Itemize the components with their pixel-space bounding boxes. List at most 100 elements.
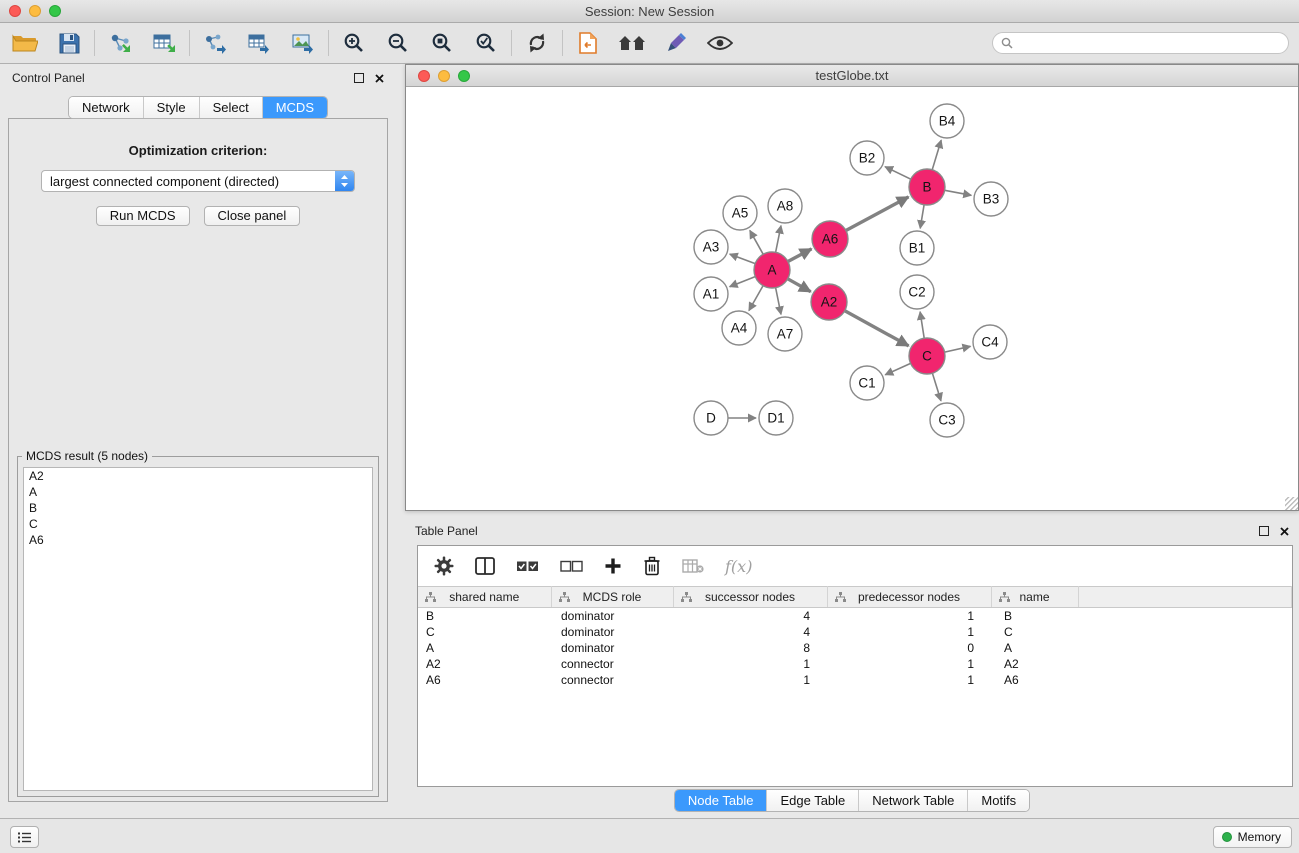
graph-node-C4[interactable]: C4 [973, 325, 1007, 359]
close-panel-icon[interactable] [1280, 527, 1289, 536]
graph-node-A4[interactable]: A4 [722, 311, 756, 345]
zoom-fit-icon[interactable] [427, 28, 457, 58]
help-icon[interactable] [661, 28, 691, 58]
add-column-icon[interactable] [604, 557, 622, 575]
task-history-button[interactable] [10, 826, 39, 848]
select-all-columns-icon[interactable] [516, 560, 539, 573]
graph-edge-A-A7[interactable] [776, 288, 781, 315]
table-row[interactable]: A2connector11A2 [418, 656, 1292, 672]
graph-node-D[interactable]: D [694, 401, 728, 435]
graph-node-B[interactable]: B [909, 169, 945, 205]
save-icon[interactable] [54, 28, 84, 58]
graph-edge-A6-B[interactable] [846, 197, 909, 231]
tab-edge-table[interactable]: Edge Table [767, 790, 859, 811]
graph-edge-C-C2[interactable] [920, 312, 924, 338]
graph-node-B1[interactable]: B1 [900, 231, 934, 265]
table-cell[interactable]: A [991, 640, 1078, 656]
graph-edge-B-B3[interactable] [945, 190, 972, 195]
table-settings-gear-icon[interactable] [434, 556, 454, 576]
mcds-result-item[interactable]: A6 [24, 532, 372, 548]
graph-edge-A-A3[interactable] [730, 254, 756, 264]
mcds-result-item[interactable]: B [24, 500, 372, 516]
table-cell[interactable]: A [418, 640, 551, 656]
column-header-name[interactable]: name [991, 587, 1078, 608]
mcds-result-item[interactable]: A [24, 484, 372, 500]
graph-node-C2[interactable]: C2 [900, 275, 934, 309]
graph-node-A1[interactable]: A1 [694, 277, 728, 311]
graph-edge-A-A1[interactable] [730, 277, 756, 287]
graph-edge-A-A5[interactable] [750, 230, 763, 254]
deselect-all-columns-icon[interactable] [560, 560, 583, 573]
graph-node-C1[interactable]: C1 [850, 366, 884, 400]
memory-button[interactable]: Memory [1213, 826, 1292, 848]
titlebar[interactable]: Session: New Session [0, 0, 1299, 23]
show-columns-icon[interactable] [475, 557, 495, 575]
graph-edge-B-B4[interactable] [932, 140, 941, 170]
delete-column-trash-icon[interactable] [643, 556, 661, 576]
table-cell[interactable]: connector [551, 672, 673, 688]
export-image-icon[interactable] [288, 28, 318, 58]
graph-node-A2[interactable]: A2 [811, 284, 847, 320]
table-cell[interactable]: A2 [418, 656, 551, 672]
table-cell[interactable]: dominator [551, 608, 673, 625]
minimize-window-button[interactable] [29, 5, 41, 17]
table-cell[interactable]: 1 [673, 672, 827, 688]
graph-node-C3[interactable]: C3 [930, 403, 964, 437]
graph-node-C[interactable]: C [909, 338, 945, 374]
column-header-mcds-role[interactable]: MCDS role [551, 587, 673, 608]
graph-edge-A-A2[interactable] [788, 279, 811, 292]
export-table-icon[interactable] [244, 28, 274, 58]
run-mcds-button[interactable]: Run MCDS [96, 206, 190, 226]
graph-edge-A2-C[interactable] [845, 311, 909, 346]
close-window-button[interactable] [9, 5, 21, 17]
graph-edge-A-A4[interactable] [749, 286, 763, 311]
table-row[interactable]: Cdominator41C [418, 624, 1292, 640]
criterion-dropdown[interactable]: largest connected component (directed) [41, 170, 355, 192]
close-panel-icon[interactable] [375, 74, 384, 83]
table-cell[interactable]: B [991, 608, 1078, 625]
network-canvas[interactable]: B4B2BB3A8A5A6A3B1AC2A1A2A4A7C4CC1DD1C3 [406, 87, 1298, 510]
graph-edge-C-C4[interactable] [945, 346, 971, 352]
export-network-icon[interactable] [200, 28, 230, 58]
zoom-selected-icon[interactable] [471, 28, 501, 58]
table-cell[interactable]: 4 [673, 608, 827, 625]
tab-mcds[interactable]: MCDS [263, 97, 327, 118]
close-panel-button[interactable]: Close panel [204, 206, 301, 226]
table-row[interactable]: A6connector11A6 [418, 672, 1292, 688]
mcds-result-list[interactable]: A2ABCA6 [23, 467, 373, 791]
tab-style[interactable]: Style [144, 97, 200, 118]
table-cell[interactable]: B [418, 608, 551, 625]
table-cell[interactable]: 0 [827, 640, 991, 656]
zoom-out-icon[interactable] [383, 28, 413, 58]
import-network-icon[interactable] [105, 28, 135, 58]
table-cell[interactable]: 1 [827, 672, 991, 688]
graph-edge-A-A6[interactable] [788, 249, 812, 262]
table-cell[interactable]: connector [551, 656, 673, 672]
table-cell[interactable]: 4 [673, 624, 827, 640]
import-table-icon[interactable] [149, 28, 179, 58]
graph-node-B2[interactable]: B2 [850, 141, 884, 175]
network-window-titlebar[interactable]: testGlobe.txt [406, 65, 1298, 87]
table-cell[interactable]: dominator [551, 640, 673, 656]
float-panel-icon[interactable] [354, 73, 364, 83]
zoom-window-button[interactable] [49, 5, 61, 17]
network-zoom-button[interactable] [458, 70, 470, 82]
network-close-button[interactable] [418, 70, 430, 82]
column-header-predecessor-nodes[interactable]: predecessor nodes [827, 587, 991, 608]
float-panel-icon[interactable] [1259, 526, 1269, 536]
table-cell[interactable]: C [991, 624, 1078, 640]
tab-motifs[interactable]: Motifs [968, 790, 1029, 811]
mcds-result-item[interactable]: C [24, 516, 372, 532]
tab-network-table[interactable]: Network Table [859, 790, 968, 811]
table-cell[interactable]: 8 [673, 640, 827, 656]
graph-node-A5[interactable]: A5 [723, 196, 757, 230]
graph-edge-B-B2[interactable] [885, 167, 911, 180]
graph-edge-C-C3[interactable] [932, 373, 941, 401]
graph-node-A[interactable]: A [754, 252, 790, 288]
table-cell[interactable]: 1 [673, 656, 827, 672]
table-cell[interactable]: A2 [991, 656, 1078, 672]
zoom-in-icon[interactable] [339, 28, 369, 58]
table-cell[interactable]: 1 [827, 624, 991, 640]
graph-node-A7[interactable]: A7 [768, 317, 802, 351]
graph-edge-B-B1[interactable] [920, 205, 924, 229]
